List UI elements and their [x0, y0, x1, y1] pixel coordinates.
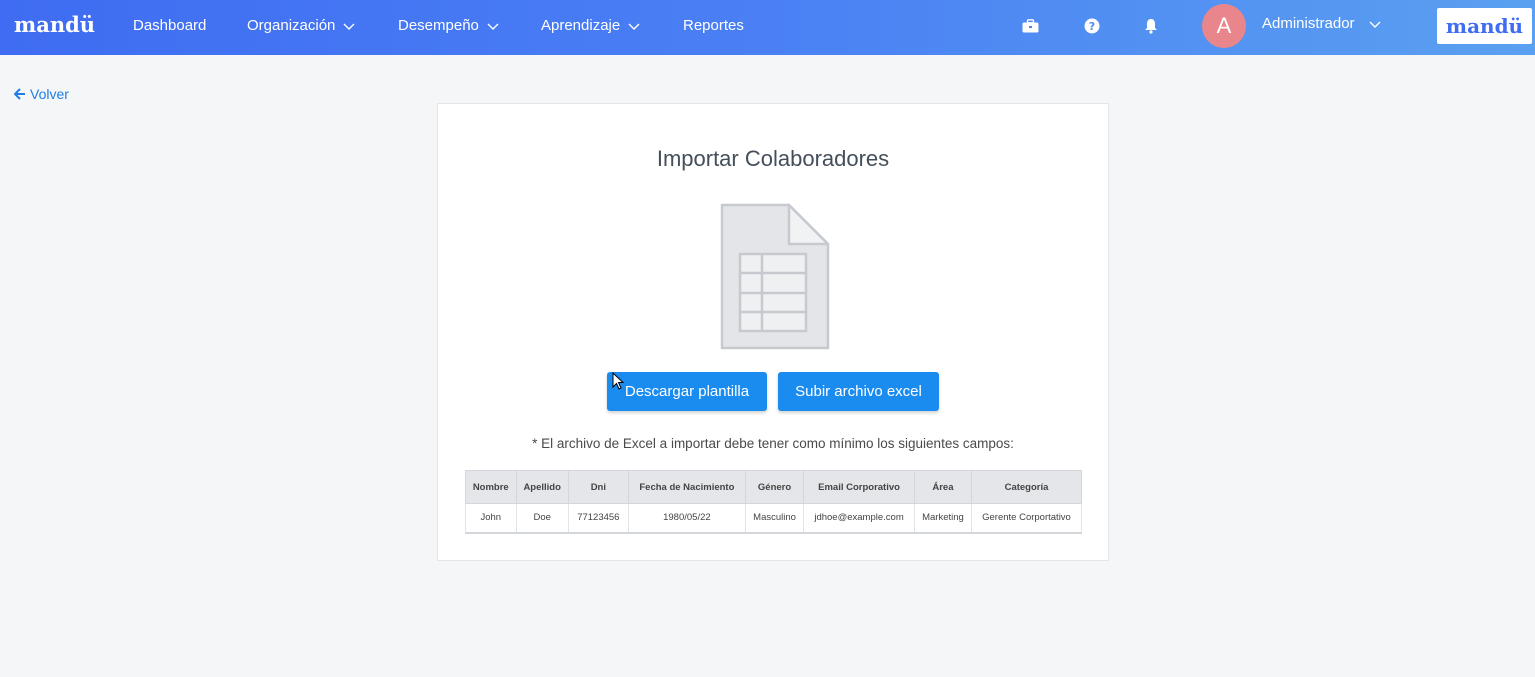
sample-fields-table: Nombre Apellido Dni Fecha de Nacimiento …	[465, 470, 1083, 534]
table-header: Email Corporativo	[803, 470, 915, 504]
company-logo: mandü	[1437, 8, 1532, 44]
table-cell: 1980/05/22	[627, 503, 746, 534]
company-logo-text: mandü	[1445, 14, 1524, 38]
top-navbar: mandü Dashboard Organización Desempeño A…	[0, 0, 1535, 55]
table-header: Categoría	[970, 470, 1083, 504]
nav-aprendizaje[interactable]: Aprendizaje	[541, 17, 640, 34]
upload-excel-button[interactable]: Subir archivo excel	[778, 372, 939, 411]
nav-dashboard[interactable]: Dashboard	[133, 17, 206, 34]
table-header: Fecha de Nacimiento	[627, 470, 746, 504]
nav-reportes[interactable]: Reportes	[683, 17, 744, 34]
table-header: Área	[913, 470, 972, 504]
chevron-down-icon	[487, 23, 499, 30]
user-menu[interactable]: Administrador	[1262, 15, 1381, 32]
avatar[interactable]: A	[1202, 4, 1246, 48]
table-cell: 77123456	[567, 503, 629, 534]
mouse-cursor-icon	[612, 372, 625, 390]
brand-logo[interactable]: mandü	[14, 12, 95, 37]
nav-reportes-label: Reportes	[683, 17, 744, 34]
user-name-label: Administrador	[1262, 15, 1355, 32]
page-title: Importar Colaboradores	[656, 146, 890, 171]
help-icon[interactable]: ?	[1082, 16, 1102, 36]
back-link-label: Volver	[30, 86, 69, 102]
table-cell: John	[465, 503, 517, 534]
nav-dashboard-label: Dashboard	[133, 17, 207, 34]
briefcase-icon[interactable]	[1020, 16, 1040, 36]
table-header: Nombre	[465, 470, 517, 504]
table-row: John Doe 77123456 1980/05/22 Masculino j…	[465, 503, 1083, 534]
spreadsheet-file-icon	[720, 203, 830, 350]
nav-organizacion[interactable]: Organización	[247, 17, 355, 34]
table-cell: Gerente Corportativo	[970, 503, 1083, 534]
table-header-row: Nombre Apellido Dni Fecha de Nacimiento …	[465, 470, 1083, 504]
nav-desempeno-label: Desempeño	[398, 17, 479, 34]
chevron-down-icon	[628, 23, 640, 30]
svg-text:?: ?	[1089, 20, 1095, 33]
bell-icon[interactable]	[1141, 16, 1161, 36]
avatar-letter: A	[1216, 13, 1232, 38]
nav-desempeno[interactable]: Desempeño	[398, 17, 499, 34]
nav-aprendizaje-label: Aprendizaje	[541, 17, 621, 34]
required-fields-note: * El archivo de Excel a importar debe te…	[532, 436, 1014, 451]
table-cell: Masculino	[744, 503, 805, 534]
table-cell: Marketing	[913, 503, 972, 534]
table-cell: jdhoe@example.com	[803, 503, 915, 534]
table-cell: Doe	[515, 503, 569, 534]
table-header: Dni	[567, 470, 629, 504]
chevron-down-icon	[343, 23, 355, 30]
nav-organizacion-label: Organización	[247, 17, 336, 34]
download-template-button[interactable]: Descargar plantilla	[607, 372, 767, 411]
table-header: Apellido	[515, 470, 569, 504]
arrow-left-icon	[14, 88, 25, 100]
table-header: Género	[744, 470, 805, 504]
chevron-down-icon	[1369, 21, 1381, 28]
import-card: Importar Colaboradores Descargar plantil…	[437, 103, 1109, 561]
back-link[interactable]: Volver	[14, 86, 69, 102]
